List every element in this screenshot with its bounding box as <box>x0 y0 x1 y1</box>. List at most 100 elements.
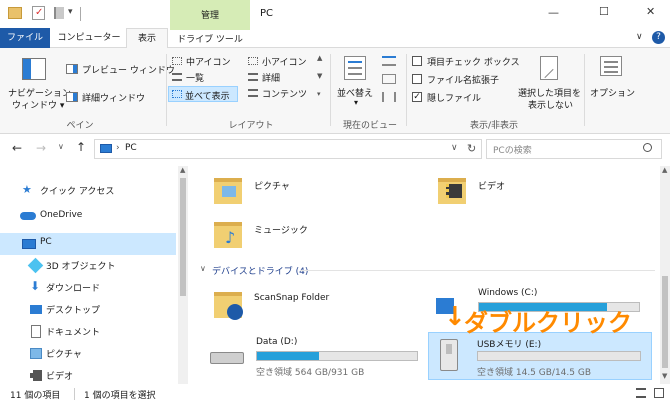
search-field[interactable]: PCの検索 <box>486 139 662 159</box>
tab-manage[interactable]: 管理 <box>170 0 250 28</box>
layout-list[interactable]: 一覧 <box>170 70 240 84</box>
folder-videos[interactable]: ビデオ <box>438 174 638 208</box>
status-separator <box>74 388 75 400</box>
folder-pictures[interactable]: ピクチャ <box>214 174 414 208</box>
address-bar-row: ← → ∨ ↑ › PC ∨ ↻ PCの検索 <box>0 134 670 166</box>
up-arrow-icon[interactable]: ↑ <box>76 140 86 154</box>
tab-view[interactable]: 表示 <box>126 28 168 49</box>
tab-file[interactable]: ファイル <box>0 28 50 48</box>
layout-scroll-up-icon: ▲ <box>317 54 323 62</box>
address-field[interactable]: › PC ∨ ↻ <box>94 139 482 159</box>
tab-computer-label: コンピューター <box>57 33 121 43</box>
item-checkbox-option[interactable]: 項目チェック ボックス <box>412 54 522 68</box>
preview-pane-button[interactable]: プレビュー ウィンドウ <box>64 62 175 76</box>
usb-drive-icon <box>440 339 458 371</box>
folder-music-label: ミュージック <box>254 226 308 236</box>
scansnap-label: ScanSnap Folder <box>254 293 330 303</box>
layout-scroll-down-icon: ▼ <box>317 72 323 80</box>
ribbon-separator <box>406 54 407 126</box>
layout-scroll[interactable]: ▲ ▼ ▾ <box>316 54 324 102</box>
item-checkbox-label: 項目チェック ボックス <box>427 58 520 68</box>
nav-item-3d-objects[interactable]: 3D オブジェクト <box>0 255 176 277</box>
hidden-items-option[interactable]: ✓ 隠しファイル <box>412 90 522 104</box>
nav-item-desktop[interactable]: デスクトップ <box>0 299 176 321</box>
file-extensions-box[interactable] <box>412 74 422 84</box>
layout-details[interactable]: 詳細 <box>246 70 314 84</box>
tab-computer[interactable]: コンピューター <box>54 28 124 48</box>
nav-item-downloads[interactable]: ⬇ ダウンロード <box>0 277 176 299</box>
ribbon-separator <box>330 54 331 126</box>
selection-count: 1 個の項目を選択 <box>84 391 156 401</box>
group-by-icon[interactable] <box>382 56 396 66</box>
drive-e-free-space: 空き領域 14.5 GB/14.5 GB <box>477 368 591 378</box>
nav-item-documents[interactable]: ドキュメント <box>0 321 176 343</box>
minimize-button[interactable]: — <box>548 6 559 19</box>
help-icon[interactable]: ? <box>652 31 665 44</box>
tab-view-label: 表示 <box>137 34 156 44</box>
refresh-icon[interactable]: ↻ <box>467 142 476 155</box>
nav-scrollbar[interactable]: ▲ <box>178 166 188 384</box>
recent-dropdown-icon[interactable]: ∨ <box>58 142 64 151</box>
drive-d-label: Data (D:) <box>256 337 298 347</box>
sort-by-button[interactable]: 並べ替え ▾ <box>336 52 380 112</box>
maximize-button[interactable]: ☐ <box>599 5 609 18</box>
details-pane-button[interactable]: 詳細ウィンドウ <box>64 90 164 104</box>
file-extensions-label: ファイル名拡張子 <box>427 76 500 86</box>
details-pane-label: 詳細ウィンドウ <box>82 94 146 104</box>
close-button[interactable]: ✕ <box>646 5 655 18</box>
layout-tiles[interactable]: 並べて表示 <box>168 86 238 102</box>
tab-drive-tools[interactable]: ドライブ ツール <box>170 28 250 48</box>
layout-medium-icons[interactable]: 中アイコン <box>170 54 250 68</box>
hidden-items-box[interactable]: ✓ <box>412 92 422 102</box>
group-label-show-hide: 表示/非表示 <box>469 121 519 131</box>
drive-c-label: Windows (C:) <box>478 288 538 298</box>
nav-item-pc[interactable]: PC <box>0 233 176 255</box>
new-folder-icon[interactable] <box>54 7 64 19</box>
nav-scroll-thumb[interactable] <box>180 178 186 296</box>
layout-content-label: コンテンツ <box>262 90 308 100</box>
collapse-ribbon-icon[interactable]: ∨ <box>636 32 643 42</box>
layout-content[interactable]: コンテンツ <box>246 86 314 100</box>
status-bar: 11 個の項目 1 個の項目を選択 <box>0 384 670 404</box>
list-icon <box>172 73 182 81</box>
music-folder-icon: ♪ <box>214 218 242 248</box>
nav-item-pictures[interactable]: ピクチャ <box>0 343 176 365</box>
properties-icon[interactable]: ✓ <box>32 6 45 20</box>
content-scroll-up-icon[interactable]: ▲ <box>662 166 667 174</box>
ribbon-tab-bar: ファイル コンピューター 表示 ドライブ ツール ∨ ? <box>0 28 670 49</box>
file-extensions-option[interactable]: ファイル名拡張子 <box>412 72 522 86</box>
layout-small-icons[interactable]: 小アイコン <box>246 54 314 68</box>
address-dropdown-icon[interactable]: ∨ <box>451 143 458 153</box>
content-scroll-thumb[interactable] <box>662 276 668 368</box>
qat-dropdown-icon[interactable]: ▾ <box>68 7 73 17</box>
tab-manage-label: 管理 <box>201 11 220 21</box>
nav-item-quick-access[interactable]: ★ クイック アクセス <box>0 180 176 202</box>
layout-list-label: 一覧 <box>186 74 205 84</box>
nav-pane-button[interactable]: ナビゲーション ウィンドウ ▾ <box>6 52 71 116</box>
medium-icons-icon <box>172 57 182 65</box>
drive-d-usage-fill <box>257 352 320 360</box>
hide-selected-button[interactable]: 選択した項目を 表示しない <box>516 52 582 114</box>
forward-arrow-icon[interactable]: → <box>36 141 46 155</box>
large-icons-view-icon[interactable] <box>654 388 664 398</box>
small-icons-icon <box>248 57 258 65</box>
content-scrollbar[interactable]: ▲ ▼ <box>660 166 670 384</box>
add-columns-icon[interactable] <box>382 74 396 84</box>
group-header-rule <box>300 270 655 271</box>
back-arrow-icon[interactable]: ← <box>12 141 22 155</box>
size-columns-icon[interactable] <box>382 92 396 102</box>
devices-group-header[interactable]: ∨ デバイスとドライブ (4) <box>200 264 660 278</box>
tab-drive-tools-label: ドライブ ツール <box>177 35 243 45</box>
nav-scroll-up-icon[interactable]: ▲ <box>180 166 185 174</box>
drive-e[interactable]: USBメモリ (E:) 空き領域 14.5 GB/14.5 GB <box>428 332 652 380</box>
folder-music[interactable]: ♪ ミュージック <box>214 218 414 252</box>
drive-d[interactable]: Data (D:) 空き領域 564 GB/931 GB <box>210 334 430 380</box>
nav-item-onedrive[interactable]: OneDrive <box>0 206 176 228</box>
details-view-icon[interactable] <box>636 388 646 398</box>
hard-drive-icon <box>210 352 244 364</box>
content-scroll-down-icon[interactable]: ▼ <box>662 372 667 380</box>
options-button[interactable]: オプション <box>588 52 636 102</box>
scansnap-folder[interactable]: ScanSnap Folder <box>214 288 414 324</box>
item-checkbox-box[interactable] <box>412 56 422 66</box>
videos-folder-icon <box>438 174 466 204</box>
